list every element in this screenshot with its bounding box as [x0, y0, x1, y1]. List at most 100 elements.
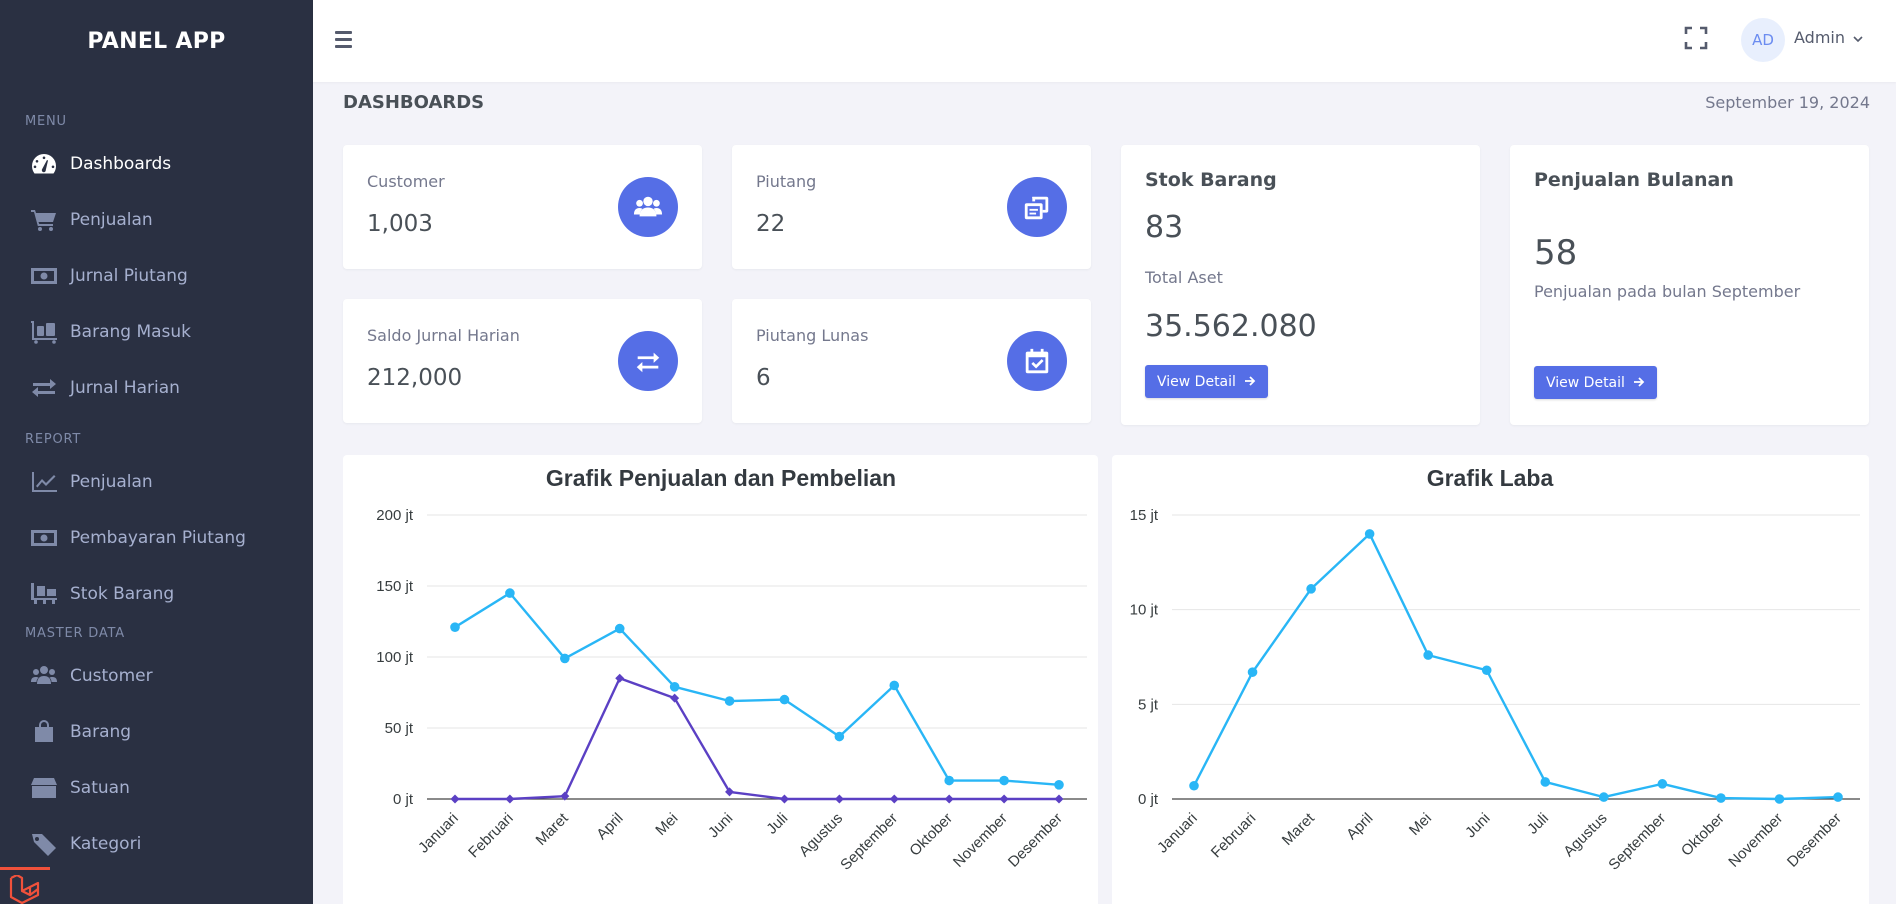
data-point[interactable] — [450, 622, 460, 632]
data-point[interactable] — [944, 775, 954, 786]
laba-chart-card: Grafik Laba 0 jt 5 jt 10 jt 15 jt Januari Febr… — [1112, 455, 1869, 904]
data-point[interactable] — [1833, 792, 1843, 802]
fullscreen-icon[interactable] — [1684, 26, 1708, 50]
arrow-right-icon — [1244, 374, 1256, 390]
sidebar-master-item-barang[interactable]: Barang — [0, 704, 313, 760]
total-aset-label: Total Aset — [1145, 268, 1223, 287]
x-tick-label: Maret — [533, 809, 573, 849]
shopping-bag-icon — [29, 719, 59, 745]
data-point[interactable] — [1189, 780, 1199, 791]
sidebar-item-label: Penjualan — [70, 210, 153, 230]
saldo-value: 212,000 — [367, 365, 463, 391]
x-tick-label: Juni — [705, 810, 736, 841]
sidebar-master-item-kategori[interactable]: Kategori — [0, 816, 313, 872]
data-point[interactable] — [834, 794, 844, 804]
data-point[interactable] — [505, 588, 515, 598]
menu-toggle-button[interactable] — [335, 26, 365, 52]
x-tick-label: Mei — [652, 810, 681, 839]
laba-chart: Grafik Laba 0 jt 5 jt 10 jt 15 jt Januari Febr… — [1130, 465, 1860, 874]
data-point[interactable] — [450, 794, 460, 804]
sidebar-item-jurnal-harian[interactable]: Jurnal Harian — [0, 360, 313, 416]
data-point[interactable] — [669, 682, 680, 692]
hamburger-line — [335, 37, 352, 41]
data-point[interactable] — [1306, 584, 1316, 594]
penjualan-view-detail-button[interactable]: View Detail — [1534, 366, 1657, 399]
data-point[interactable] — [1599, 792, 1609, 802]
series-line — [1192, 532, 1839, 801]
data-point[interactable] — [560, 653, 570, 664]
x-tick-label: Oktober — [906, 810, 956, 860]
data-point[interactable] — [724, 696, 735, 706]
data-point[interactable] — [944, 794, 954, 804]
x-tick-label: Januari — [1154, 810, 1201, 857]
data-point[interactable] — [1481, 665, 1492, 676]
x-tick-label: Desember — [1784, 810, 1845, 871]
data-point[interactable] — [1774, 794, 1785, 804]
stok-view-detail-button[interactable]: View Detail — [1145, 365, 1268, 398]
y-tick-label: 10 jt — [1130, 602, 1159, 619]
sidebar-item-label: Customer — [70, 666, 153, 686]
sidebar-item-barang-masuk[interactable]: Barang Masuk — [0, 304, 313, 360]
data-point[interactable] — [779, 794, 789, 804]
money-icon — [29, 525, 59, 551]
users-icon — [29, 663, 59, 689]
sidebar-report-item-penjualan[interactable]: Penjualan — [0, 454, 313, 510]
penjualan-bulanan-value: 58 — [1534, 233, 1578, 273]
penjualan-bulanan-subtitle: Penjualan pada bulan September — [1534, 282, 1801, 301]
pallet-icon — [29, 581, 59, 607]
x-tick-label: April — [593, 810, 626, 843]
chart-title: Grafik Laba — [1427, 465, 1554, 491]
app-title[interactable]: PANEL APP — [0, 0, 313, 82]
data-point[interactable] — [1054, 780, 1064, 790]
data-point[interactable] — [834, 731, 845, 742]
data-point[interactable] — [889, 794, 899, 804]
cart-icon — [29, 207, 59, 233]
data-point[interactable] — [505, 794, 515, 804]
copy-icon — [1007, 177, 1067, 237]
data-point[interactable] — [615, 673, 625, 683]
total-aset-value: 35.562.080 — [1145, 309, 1317, 344]
data-point[interactable] — [614, 623, 625, 634]
data-point[interactable] — [1054, 794, 1064, 804]
sidebar-item-penjualan[interactable]: Penjualan — [0, 192, 313, 248]
arrow-right-icon — [1633, 375, 1645, 391]
y-tick-label: 0 jt — [1138, 791, 1159, 808]
sidebar-report-item-pembayaran-piutang[interactable]: Pembayaran Piutang — [0, 510, 313, 566]
data-point[interactable] — [1540, 777, 1551, 787]
data-point[interactable] — [889, 680, 900, 691]
laravel-icon[interactable] — [8, 873, 44, 904]
piutang-lunas-value: 6 — [756, 365, 771, 391]
x-tick-label: Agustus — [1560, 810, 1610, 860]
sidebar-item-dashboards[interactable]: Dashboards — [0, 136, 313, 192]
data-point[interactable] — [1423, 650, 1433, 660]
y-tick-label: 15 jt — [1130, 507, 1159, 524]
data-point[interactable] — [1716, 793, 1726, 803]
data-point[interactable] — [779, 694, 790, 705]
data-point[interactable] — [999, 794, 1009, 804]
piutang-value: 22 — [756, 211, 786, 237]
data-point[interactable] — [1247, 667, 1258, 677]
money-icon — [29, 263, 59, 289]
users-icon — [618, 177, 678, 237]
sidebar-item-jurnal-piutang[interactable]: Jurnal Piutang — [0, 248, 313, 304]
hamburger-line — [335, 44, 352, 48]
data-point[interactable] — [1364, 529, 1375, 539]
sidebar-master-item-customer[interactable]: Customer — [0, 648, 313, 704]
sidebar-master-item-satuan[interactable]: Satuan — [0, 760, 313, 816]
stok-barang-card: Stok Barang 83 Total Aset 35.562.080 Vie… — [1121, 145, 1480, 425]
sidebar-item-label: Satuan — [70, 778, 130, 798]
x-tick-label: Desember — [1005, 810, 1066, 871]
y-tick-label: 0 jt — [393, 791, 414, 808]
avatar[interactable]: AD — [1741, 18, 1785, 62]
y-tick-label: 100 jt — [376, 649, 414, 666]
user-menu-button[interactable]: Admin — [1794, 28, 1863, 47]
data-point[interactable] — [999, 775, 1009, 786]
penjualan-bulanan-card: Penjualan Bulanan 58 Penjualan pada bula… — [1510, 145, 1869, 425]
x-tick-label: Juli — [1524, 810, 1552, 838]
customer-card: Customer 1,003 — [343, 145, 702, 269]
sidebar-report-item-stok-barang[interactable]: Stok Barang — [0, 566, 313, 622]
y-tick-label: 50 jt — [385, 720, 414, 737]
chevron-down-icon — [1853, 28, 1863, 47]
data-point[interactable] — [1657, 779, 1668, 789]
y-tick-label: 150 jt — [376, 578, 414, 595]
